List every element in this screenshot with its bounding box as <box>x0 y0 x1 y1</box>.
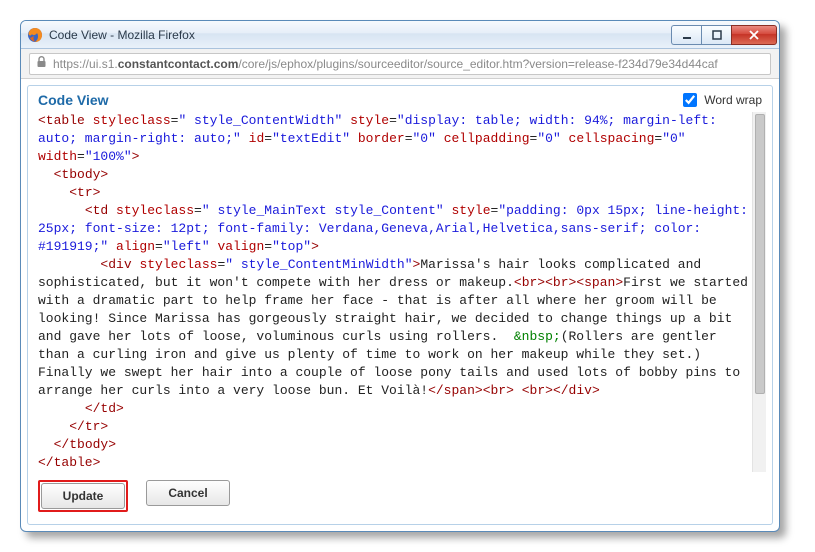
window-title: Code View - Mozilla Firefox <box>49 28 195 42</box>
word-wrap-label: Word wrap <box>704 93 762 107</box>
browser-window: Code View - Mozilla Firefox https://ui.s… <box>20 20 780 532</box>
update-button[interactable]: Update <box>41 483 125 509</box>
titlebar[interactable]: Code View - Mozilla Firefox <box>21 21 779 49</box>
firefox-icon <box>27 27 43 43</box>
minimize-button[interactable] <box>671 25 701 45</box>
lock-icon <box>36 56 47 71</box>
code-view-panel: Code View Word wrap <table styleclass=" … <box>27 85 773 525</box>
word-wrap-checkbox[interactable] <box>683 93 697 107</box>
address-bar: https://ui.s1.constantcontact.com/core/j… <box>21 49 779 79</box>
url-field[interactable]: https://ui.s1.constantcontact.com/core/j… <box>29 53 771 75</box>
dialog-buttons: Update Cancel <box>28 472 772 524</box>
panel-title: Code View <box>38 92 109 108</box>
window-controls <box>671 25 777 45</box>
cancel-button[interactable]: Cancel <box>146 480 230 506</box>
word-wrap-toggle[interactable]: Word wrap <box>679 90 762 110</box>
vertical-scrollbar[interactable] <box>752 112 766 472</box>
panel-header: Code View Word wrap <box>28 86 772 112</box>
highlight-ring: Update <box>38 480 128 512</box>
scrollbar-thumb[interactable] <box>755 114 765 394</box>
maximize-button[interactable] <box>701 25 731 45</box>
url-text: https://ui.s1.constantcontact.com/core/j… <box>53 57 718 71</box>
source-code-area[interactable]: <table styleclass=" style_ContentWidth" … <box>38 112 766 472</box>
source-code-text[interactable]: <table styleclass=" style_ContentWidth" … <box>38 112 766 472</box>
close-button[interactable] <box>731 25 777 45</box>
